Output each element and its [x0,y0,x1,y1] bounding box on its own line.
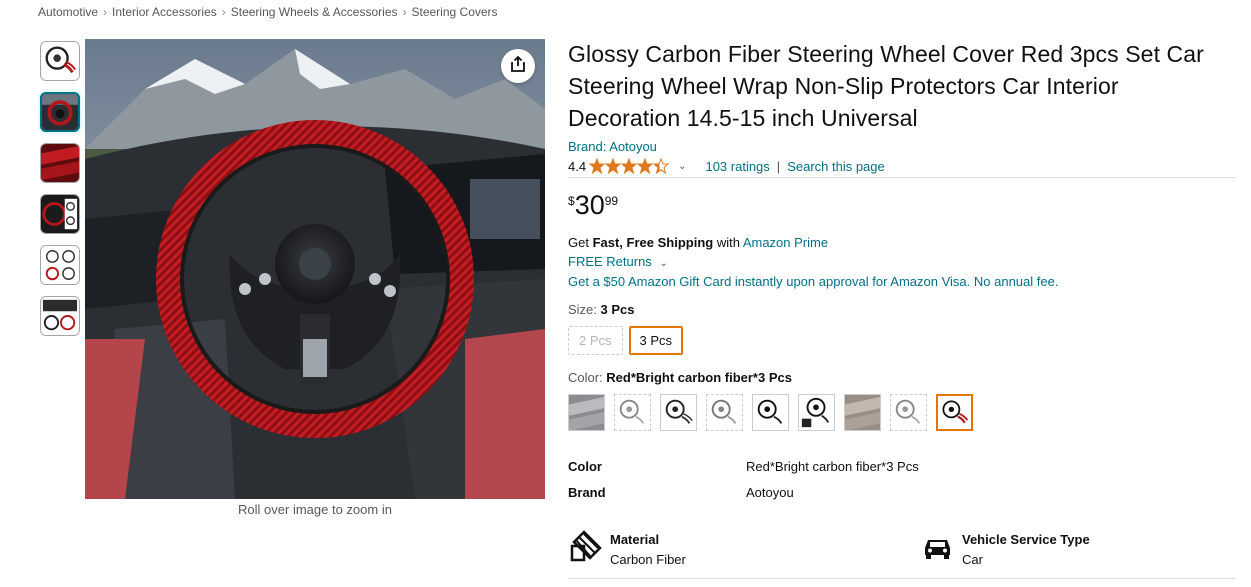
spec-color-value: Red*Bright carbon fiber*3 Pcs [746,459,919,474]
shipping-info: Get Fast, Free Shipping with Amazon Prim… [568,235,1236,250]
size-option-3-pcs[interactable]: 3 Pcs [628,326,684,355]
feature-material-value: Carbon Fiber [610,552,686,567]
color-swatch-8[interactable] [890,394,927,431]
rating-value: 4.4 [568,158,587,174]
spec-brand-name: Brand [568,485,606,500]
main-product-image[interactable] [85,39,545,499]
breadcrumb-separator: › [402,5,407,19]
thumbnail-5[interactable] [40,245,80,285]
separator: | [776,158,781,174]
feature-vehicle-type: Vehicle Service Type Car [922,530,1090,570]
size-selected: 3 Pcs [600,302,635,317]
chevron-down-icon: ⌄ [659,258,668,269]
shipping-middle: with [713,235,743,250]
product-title: Glossy Carbon Fiber Steering Wheel Cover… [568,41,1204,131]
color-label: Color: [568,370,607,385]
size-label-row: Size: 3 Pcs [568,302,1236,317]
spec-color-name: Color [568,459,602,474]
color-label-row: Color: Red*Bright carbon fiber*3 Pcs [568,370,1236,385]
color-swatch-5[interactable] [752,394,789,431]
thumbnail-list [40,41,84,347]
car-icon [922,536,953,565]
spec-color-label: Color [568,459,602,474]
thumbnail-3[interactable] [40,143,80,183]
spec-brand-label: Brand [568,485,606,500]
brand-link[interactable]: Brand: Aotoyou [568,139,1236,154]
spec-brand-value: Aotoyou [746,485,794,500]
color-swatch-1[interactable] [568,394,605,431]
price-symbol: $ [568,194,575,208]
zoom-hint: Roll over image to zoom in [238,502,392,517]
thumbnail-6[interactable] [40,296,80,336]
price-fraction: 99 [604,194,619,208]
color-swatches [568,394,1236,431]
size-option-2-pcs[interactable]: 2 Pcs [568,326,623,355]
size-options: 2 Pcs 3 Pcs [568,326,1236,355]
product-details: Glossy Carbon Fiber Steering Wheel Cover… [568,38,1236,431]
breadcrumb-interior-accessories[interactable]: Interior Accessories [112,5,217,19]
color-swatch-3[interactable] [660,394,697,431]
share-icon [509,55,527,78]
color-swatch-2[interactable] [614,394,651,431]
feature-vehicle-type-value: Car [962,552,983,567]
breadcrumb-steering-covers[interactable]: Steering Covers [412,5,498,19]
breadcrumb: Automotive › Interior Accessories › Steering… [38,5,498,19]
ratings-count-link[interactable]: 103 ratings [705,159,769,174]
star-icons [589,158,670,174]
feature-vehicle-type-name: Vehicle Service Type [962,532,1090,547]
shipping-bold: Fast, Free Shipping [592,235,714,250]
thumbnail-2[interactable] [40,92,80,132]
free-returns[interactable]: FREE Returns ⌄ [568,254,1236,269]
star-rating[interactable] [589,158,670,174]
prime-link[interactable]: Amazon Prime [743,235,828,250]
search-page-link[interactable]: Search this page [787,159,885,174]
breadcrumb-steering-wheels[interactable]: Steering Wheels & Accessories [231,5,398,19]
color-swatch-9-selected[interactable] [936,394,973,431]
breadcrumb-automotive[interactable]: Automotive [38,5,98,19]
color-swatch-6[interactable] [798,394,835,431]
feature-material: Material Carbon Fiber [570,530,686,570]
feature-material-name: Material [610,532,660,547]
color-swatch-4[interactable] [706,394,743,431]
color-swatch-7[interactable] [844,394,881,431]
price: $ 30 99 [568,191,1236,219]
free-returns-label: FREE Returns [568,254,652,269]
ratings-row: 4.4 ⌄ 103 ratings | Search this page [568,158,1236,178]
color-selected: Red*Bright carbon fiber*3 Pcs [606,370,792,385]
share-button[interactable] [501,49,535,83]
gift-card-offer[interactable]: Get a $50 Amazon Gift Card instantly upo… [568,274,1236,289]
divider [568,578,1236,579]
price-whole: 30 [574,190,605,220]
breadcrumb-separator: › [221,5,226,19]
thumbnail-4[interactable] [40,194,80,234]
shipping-prefix: Get [568,235,593,250]
size-label: Size: [568,302,601,317]
breadcrumb-separator: › [103,5,108,19]
chevron-down-icon[interactable]: ⌄ [678,161,686,172]
material-icon [570,530,602,567]
thumbnail-1[interactable] [40,41,80,81]
